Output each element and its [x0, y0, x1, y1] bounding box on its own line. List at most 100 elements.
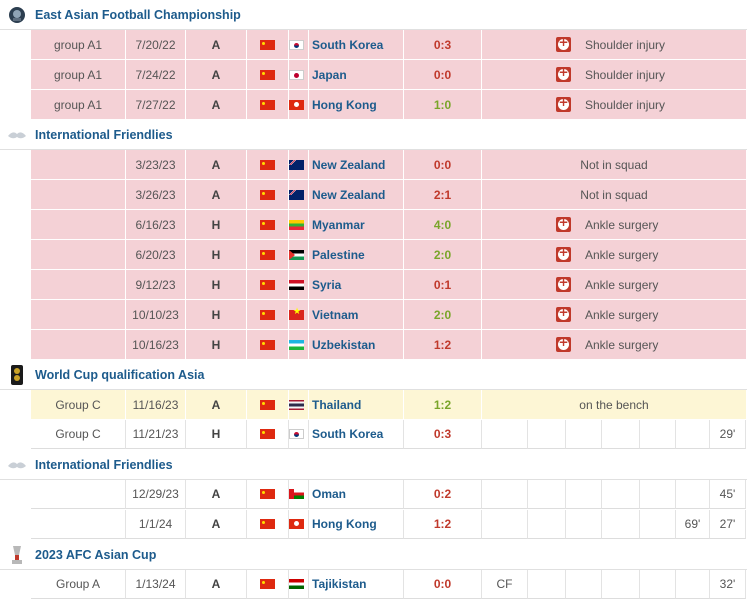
opponent-link[interactable]: Vietnam: [309, 300, 404, 329]
competition-stage: Group A: [31, 570, 126, 599]
match-score-link[interactable]: 0:0: [404, 60, 482, 89]
opponent-link[interactable]: South Korea: [309, 420, 404, 449]
home-away: A: [186, 180, 247, 209]
opponent-link[interactable]: Oman: [309, 480, 404, 509]
match-score-link[interactable]: 0:0: [404, 150, 482, 179]
match-score-link[interactable]: 0:2: [404, 480, 482, 509]
opponent-flag-icon: [289, 279, 304, 290]
opponent-link[interactable]: Hong Kong: [309, 510, 404, 539]
opponent-link[interactable]: New Zealand: [309, 150, 404, 179]
opponent-link[interactable]: Uzbekistan: [309, 330, 404, 359]
injury-icon: [556, 245, 571, 262]
opponent-link[interactable]: Syria: [309, 270, 404, 299]
match-score-link[interactable]: 0:3: [404, 420, 482, 449]
own-team-flag-cell: [247, 480, 289, 509]
availability-note: Ankle surgery: [482, 240, 746, 269]
match-score-link[interactable]: 1:2: [404, 330, 482, 359]
opponent-link[interactable]: South Korea: [309, 30, 404, 59]
row-gutter: [0, 60, 31, 89]
opponent-link[interactable]: Myanmar: [309, 210, 404, 239]
match-score-link[interactable]: 1:0: [404, 90, 482, 119]
match-row: Group A 1/13/24 A Tajikistan 0:0 CF 32': [0, 570, 747, 600]
match-score-link[interactable]: 1:2: [404, 390, 482, 419]
opponent-flag-cell: [289, 60, 309, 89]
opponent-flag-cell: [289, 90, 309, 119]
china-flag-icon: [260, 69, 275, 80]
competition-stage: group A1: [31, 30, 126, 59]
opponent-link[interactable]: New Zealand: [309, 180, 404, 209]
friendlies-icon: [6, 454, 28, 476]
opponent-link[interactable]: Tajikistan: [309, 570, 404, 599]
match-date: 10/10/23: [126, 300, 186, 329]
home-away: H: [186, 240, 247, 269]
china-flag-icon: [260, 579, 275, 589]
home-away: H: [186, 210, 247, 239]
match-score-link[interactable]: 0:0: [404, 570, 482, 599]
competition-stage: [31, 150, 126, 179]
own-team-flag-cell: [247, 570, 289, 599]
competition-header[interactable]: International Friendlies: [0, 450, 747, 480]
china-flag-icon: [260, 249, 275, 260]
stat-cell: [676, 420, 710, 449]
match-history-table: East Asian Football Championship group A1…: [0, 0, 747, 600]
home-away: A: [186, 30, 247, 59]
own-team-flag-cell: [247, 420, 289, 449]
availability-note: Not in squad: [482, 180, 746, 209]
stat-cell: [602, 570, 640, 599]
competition-header[interactable]: East Asian Football Championship: [0, 0, 747, 30]
competition-title[interactable]: International Friendlies: [35, 458, 173, 472]
match-score-link[interactable]: 0:3: [404, 30, 482, 59]
china-flag-icon: [260, 39, 275, 50]
opponent-flag-cell: [289, 330, 309, 359]
competition-title[interactable]: 2023 AFC Asian Cup: [35, 548, 156, 562]
home-away: H: [186, 420, 247, 449]
match-score-link[interactable]: 2:0: [404, 240, 482, 269]
competition-title[interactable]: International Friendlies: [35, 128, 173, 142]
stat-cell: [640, 480, 676, 509]
stat-cell: [528, 510, 566, 539]
opponent-link[interactable]: Japan: [309, 60, 404, 89]
match-row: Group C 11/21/23 H South Korea 0:3 29': [0, 420, 747, 450]
stat-cell: [676, 480, 710, 509]
row-gutter: [0, 90, 31, 119]
opponent-link[interactable]: Hong Kong: [309, 90, 404, 119]
match-score-link[interactable]: 4:0: [404, 210, 482, 239]
stat-cell: [602, 510, 640, 539]
competition-stage: [31, 270, 126, 299]
match-row: group A17/24/22A Japan0:0 Shoulder injury: [0, 60, 747, 90]
competition-header[interactable]: International Friendlies: [0, 120, 747, 150]
china-flag-icon: [260, 339, 275, 350]
availability-note: Ankle surgery: [482, 330, 746, 359]
opponent-link[interactable]: Palestine: [309, 240, 404, 269]
row-gutter: [0, 30, 31, 59]
opponent-flag-icon: [289, 99, 304, 110]
match-score-link[interactable]: 2:0: [404, 300, 482, 329]
match-score-link[interactable]: 1:2: [404, 510, 482, 539]
stat-cell: [528, 420, 566, 449]
match-score-link[interactable]: 2:1: [404, 180, 482, 209]
competition-header[interactable]: 2023 AFC Asian Cup: [0, 540, 747, 570]
competition-header[interactable]: World Cup qualification Asia: [0, 360, 747, 390]
competition-stage: Group C: [31, 420, 126, 449]
own-team-flag-cell: [247, 210, 289, 239]
home-away: A: [186, 390, 247, 419]
china-flag-icon: [260, 189, 275, 200]
match-date: 1/13/24: [126, 570, 186, 599]
injury-icon: [556, 65, 571, 82]
competition-title[interactable]: World Cup qualification Asia: [35, 368, 204, 382]
own-team-flag-cell: [247, 300, 289, 329]
stat-cell: [528, 480, 566, 509]
match-score-link[interactable]: 0:1: [404, 270, 482, 299]
friendlies-icon: [6, 124, 28, 146]
match-date: 12/29/23: [126, 480, 186, 509]
opponent-link[interactable]: Thailand: [309, 390, 404, 419]
opponent-flag-cell: [289, 30, 309, 59]
injury-icon: [556, 305, 571, 322]
position: [482, 510, 528, 539]
competition-stage: group A1: [31, 60, 126, 89]
competition-title[interactable]: East Asian Football Championship: [35, 8, 241, 22]
injury-icon: [556, 215, 571, 232]
opponent-flag-cell: [289, 210, 309, 239]
match-date: 11/21/23: [126, 420, 186, 449]
own-team-flag-cell: [247, 240, 289, 269]
